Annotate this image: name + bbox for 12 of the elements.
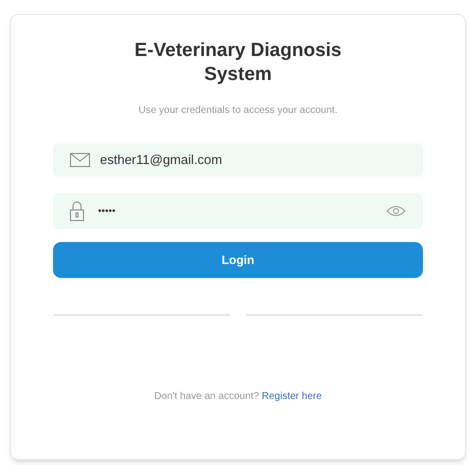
envelope-icon	[70, 153, 90, 167]
eye-icon[interactable]	[386, 205, 406, 217]
login-button[interactable]: Login	[53, 242, 423, 278]
app-title: E-Veterinary Diagnosis System	[134, 39, 342, 87]
subtitle: Use your credentials to access your account.	[138, 104, 338, 118]
password-field[interactable]: •••••	[53, 193, 423, 229]
email-value: esther11@gmail.com	[100, 151, 222, 170]
padlock-icon	[70, 201, 84, 221]
register-link[interactable]: Register here	[262, 391, 322, 402]
register-prompt: Don't have an account? Register here	[154, 390, 322, 404]
email-field[interactable]: esther11@gmail.com	[53, 143, 423, 177]
password-value: •••••	[98, 204, 117, 218]
